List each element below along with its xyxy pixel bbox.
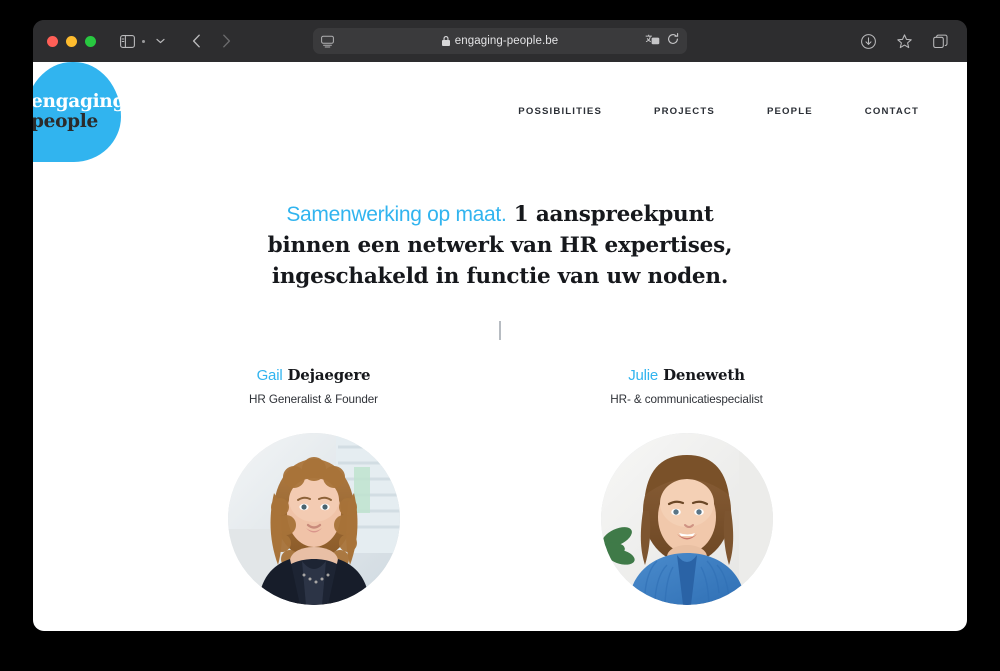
- person-last-name: Dejaegere: [282, 365, 371, 384]
- section-divider: [499, 320, 501, 340]
- hero-section: Samenwerking op maat. 1 aanspreekpunt bi…: [33, 159, 967, 340]
- site-logo[interactable]: engaging people: [33, 62, 126, 162]
- sidebar-toggle-icon[interactable]: [114, 29, 140, 53]
- minimize-window-button[interactable]: [66, 35, 77, 47]
- logo-line-people: people: [33, 110, 98, 132]
- avatar: [600, 432, 773, 605]
- address-bar-actions: [645, 32, 679, 50]
- person-first-name: Gail: [256, 366, 283, 384]
- tab-overview-icon[interactable]: [927, 29, 953, 53]
- people-section: Gail Dejaegere HR Generalist & Founder J…: [33, 366, 967, 631]
- headline-accent-text: Samenwerking op maat.: [286, 203, 507, 226]
- navigation-controls: [183, 29, 239, 53]
- translate-icon[interactable]: [645, 32, 660, 50]
- page-viewport: engaging people POSSIBILITIES PROJECTS P…: [33, 62, 967, 631]
- bookmark-star-icon[interactable]: [891, 29, 917, 53]
- nav-item-contact[interactable]: CONTACT: [865, 106, 919, 117]
- person-role: HR Generalist & Founder: [249, 392, 378, 406]
- chevron-down-icon[interactable]: [147, 29, 173, 53]
- address-bar-container: engaging-people.be: [313, 28, 687, 54]
- site-header: engaging people POSSIBILITIES PROJECTS P…: [33, 62, 967, 162]
- browser-window: engaging-people.be engaging people POSSI…: [33, 20, 967, 631]
- toolbar-right-actions: [855, 29, 953, 53]
- nav-item-people[interactable]: PEOPLE: [767, 106, 813, 117]
- person-role: HR- & communicatiespecialist: [610, 392, 763, 406]
- lock-icon: [441, 36, 450, 46]
- close-window-button[interactable]: [47, 35, 58, 47]
- avatar: [227, 432, 400, 605]
- address-bar-content: engaging-people.be: [313, 35, 687, 47]
- address-bar[interactable]: engaging-people.be: [313, 28, 687, 54]
- reload-icon[interactable]: [667, 32, 679, 50]
- main-navigation: POSSIBILITIES PROJECTS PEOPLE CONTACT: [518, 106, 919, 117]
- url-text: engaging-people.be: [454, 35, 559, 47]
- window-traffic-lights: [47, 35, 96, 47]
- back-icon[interactable]: [183, 29, 209, 53]
- nav-item-projects[interactable]: PROJECTS: [654, 106, 715, 117]
- person-card: Gail Dejaegere HR Generalist & Founder: [172, 366, 455, 631]
- portrait-julie: [600, 432, 773, 605]
- person-name: Julie Deneweth: [545, 366, 828, 384]
- person-card: Julie Deneweth HR- & communicatiespecial…: [545, 366, 828, 631]
- person-last-name: Deneweth: [658, 365, 745, 384]
- sidebar-indicator-dot: [142, 39, 145, 43]
- portrait-gail: [227, 432, 400, 605]
- reader-view-icon[interactable]: [321, 35, 334, 48]
- forward-icon[interactable]: [213, 29, 239, 53]
- logo-line-engaging: engaging: [33, 91, 126, 113]
- person-first-name: Julie: [628, 366, 659, 384]
- person-name: Gail Dejaegere: [172, 366, 455, 384]
- maximize-window-button[interactable]: [85, 35, 96, 47]
- downloads-icon[interactable]: [855, 29, 881, 53]
- nav-item-possibilities[interactable]: POSSIBILITIES: [518, 106, 602, 117]
- page-headline: Samenwerking op maat. 1 aanspreekpunt bi…: [265, 200, 735, 293]
- browser-toolbar: engaging-people.be: [33, 20, 967, 62]
- sidebar-controls: [114, 29, 173, 53]
